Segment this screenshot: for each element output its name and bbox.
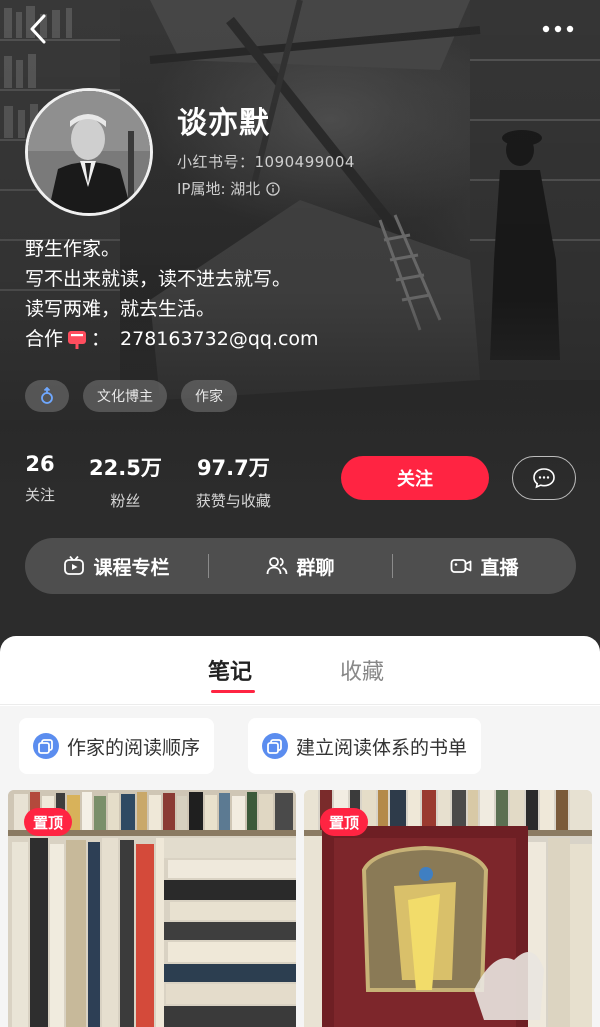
pinned-badge: 置顶 <box>24 808 73 836</box>
feature-bar: 课程专栏 群聊 直播 <box>25 538 576 594</box>
content-tabs: 笔记 收藏 <box>0 636 600 704</box>
bio-line: 写不出来就读，读不进去就写。 <box>25 268 292 290</box>
feature-live[interactable]: 直播 <box>393 553 576 580</box>
live-camera-icon <box>451 559 472 573</box>
divider <box>0 704 600 705</box>
message-button[interactable] <box>512 456 576 500</box>
profile-tags: 文化博主 作家 <box>25 380 237 412</box>
content-panel: 笔记 收藏 作家的阅读顺序 建立阅读体系的书单 置顶 置顶 <box>0 636 600 1027</box>
tag-writer: 作家 <box>181 380 237 412</box>
feature-course-label: 课程专栏 <box>93 556 170 579</box>
stat-followers[interactable]: 22.5万 粉丝 <box>89 452 162 511</box>
tab-notes[interactable]: 笔记 <box>208 654 252 686</box>
stat-likes-saves[interactable]: 97.7万 获赞与收藏 <box>196 452 271 511</box>
bio-line: 野生作家。 <box>25 238 121 260</box>
ip-location-text: IP属地: 湖北 <box>177 180 261 198</box>
stat-likes-count: 97.7万 <box>196 456 270 480</box>
male-symbol-icon <box>41 387 53 404</box>
stat-following-count: 26 <box>25 452 55 476</box>
tag-culture-blogger: 文化博主 <box>83 380 167 412</box>
active-tab-indicator <box>211 690 255 693</box>
stat-following[interactable]: 26 关注 <box>25 452 55 511</box>
user-id: 小红书号：1090499004 <box>177 153 355 171</box>
bio-line: 读写两难，就去生活。 <box>25 298 216 320</box>
avatar[interactable] <box>25 88 153 216</box>
chat-bubble-icon <box>533 468 555 489</box>
contact-sep: ： <box>91 328 111 350</box>
bio-contact: 合作 ： 278163732@qq.com <box>25 324 319 354</box>
follow-button[interactable]: 关注 <box>341 456 489 500</box>
ip-location: IP属地: 湖北 <box>177 178 280 199</box>
pinned-badge: 置顶 <box>320 808 369 836</box>
avatar-portrait <box>28 91 150 213</box>
notes-grid: 置顶 置顶 <box>0 786 600 1027</box>
feature-group-chat[interactable]: 群聊 <box>209 553 392 580</box>
profile-stats: 26 关注 22.5万 粉丝 97.7万 获赞与收藏 <box>25 452 271 511</box>
stat-following-label: 关注 <box>25 486 56 504</box>
stat-likes-label: 获赞与收藏 <box>195 492 271 510</box>
back-arrow-icon[interactable] <box>22 12 56 46</box>
collection-reading-order[interactable]: 作家的阅读顺序 <box>19 718 215 774</box>
stat-followers-label: 粉丝 <box>110 492 141 510</box>
collections-row: 作家的阅读顺序 建立阅读体系的书单 <box>0 706 600 786</box>
contact-email[interactable]: 278163732@qq.com <box>120 324 319 354</box>
collection-label: 作家的阅读顺序 <box>67 736 201 759</box>
mailbox-icon <box>68 331 87 349</box>
gender-tag <box>25 380 69 412</box>
stat-followers-count: 22.5万 <box>89 456 162 480</box>
collection-icon <box>33 733 59 759</box>
info-icon[interactable] <box>266 181 280 196</box>
collection-icon <box>262 733 288 759</box>
note-card[interactable]: 置顶 <box>8 790 296 1027</box>
group-icon <box>267 557 288 575</box>
feature-course-column[interactable]: 课程专栏 <box>25 553 208 580</box>
profile-name: 谈亦默 <box>177 106 270 141</box>
contact-prefix: 合作 <box>25 328 64 350</box>
note-card[interactable]: 置顶 <box>304 790 592 1027</box>
more-options-icon[interactable] <box>538 14 578 44</box>
collection-reading-system[interactable]: 建立阅读体系的书单 <box>248 718 482 774</box>
tv-play-icon <box>64 555 85 575</box>
tab-favorites[interactable]: 收藏 <box>340 654 384 686</box>
feature-live-label: 直播 <box>480 556 519 579</box>
collection-label: 建立阅读体系的书单 <box>296 736 468 759</box>
feature-group-label: 群聊 <box>296 556 335 579</box>
bio: 野生作家。 写不出来就读，读不进去就写。 读写两难，就去生活。 合作 ： 278… <box>25 234 319 354</box>
